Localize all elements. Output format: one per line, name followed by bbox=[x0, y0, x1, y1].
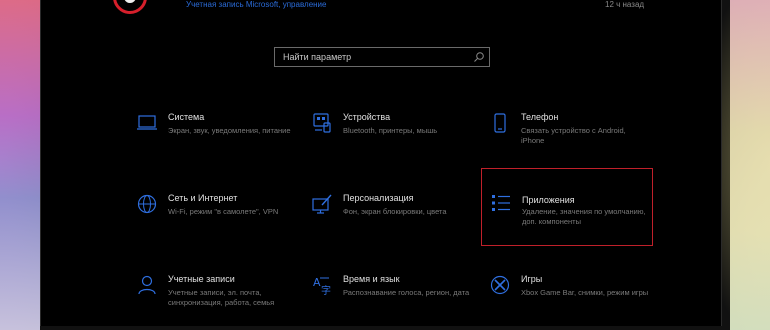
tile-description: Учетные записи, эл. почта, синхронизация… bbox=[168, 288, 275, 307]
account-link[interactable]: Учетная запись Microsoft, управление bbox=[186, 0, 326, 9]
tile-description: Bluetooth, принтеры, мышь bbox=[343, 126, 438, 135]
search-input[interactable]: Найти параметр bbox=[274, 47, 490, 67]
search-placeholder: Найти параметр bbox=[283, 52, 352, 62]
devices-icon bbox=[311, 112, 333, 134]
apps-icon bbox=[490, 192, 512, 214]
tile-description: Xbox Game Bar, снимки, режим игры bbox=[521, 288, 649, 297]
tile-accounts[interactable]: Учетные записи Учетные записи, эл. почта… bbox=[136, 270, 306, 330]
tile-description: Удаление, значения по умолчанию, доп. ко… bbox=[522, 207, 646, 226]
tile-title: Система bbox=[168, 112, 205, 122]
tile-title: Сеть и Интернет bbox=[168, 193, 238, 203]
phone-icon bbox=[489, 112, 511, 134]
tile-apps[interactable]: Приложения Удаление, значения по умолчан… bbox=[481, 168, 653, 246]
tile-time-language[interactable]: A字 Время и язык Распознавание голоса, ре… bbox=[311, 270, 481, 330]
globe-icon bbox=[136, 193, 158, 215]
account-header: Учетная запись Microsoft, управление 12 … bbox=[41, 0, 721, 14]
tile-title: Телефон bbox=[521, 112, 559, 122]
xbox-icon bbox=[489, 274, 511, 296]
tile-description: Распознавание голоса, регион, дата bbox=[343, 288, 470, 297]
avatar[interactable] bbox=[113, 0, 147, 14]
svg-text:字: 字 bbox=[321, 284, 331, 296]
tile-description: Связать устройство с Android, iPhone bbox=[521, 126, 626, 145]
tile-title: Учетные записи bbox=[168, 274, 235, 284]
tile-description: Wi-Fi, режим "в самолете", VPN bbox=[168, 207, 279, 216]
desktop-background: Учетная запись Microsoft, управление 12 … bbox=[0, 0, 770, 330]
right-glow-edge bbox=[730, 0, 770, 330]
person-icon bbox=[136, 274, 158, 296]
tile-title: Игры bbox=[521, 274, 543, 284]
svg-text:A: A bbox=[313, 276, 321, 289]
tile-gaming[interactable]: Игры Xbox Game Bar, снимки, режим игры bbox=[489, 270, 659, 330]
tile-title: Приложения bbox=[522, 195, 575, 205]
tile-personalization[interactable]: Персонализация Фон, экран блокировки, цв… bbox=[311, 189, 481, 259]
tile-title: Устройства bbox=[343, 112, 391, 122]
tile-system[interactable]: Система Экран, звук, уведомления, питани… bbox=[136, 108, 306, 178]
left-glow-edge bbox=[0, 0, 40, 330]
tile-network[interactable]: Сеть и Интернет Wi-Fi, режим "в самолете… bbox=[136, 189, 306, 259]
search-icon[interactable] bbox=[473, 51, 485, 63]
settings-window: Учетная запись Microsoft, управление 12 … bbox=[40, 0, 722, 326]
personalization-icon bbox=[311, 193, 333, 215]
update-status: 12 ч назад bbox=[605, 0, 645, 9]
tile-title: Персонализация bbox=[343, 193, 414, 203]
time-language-icon: A字 bbox=[311, 274, 333, 296]
tile-description: Экран, звук, уведомления, питание bbox=[168, 126, 291, 135]
tile-description: Фон, экран блокировки, цвета bbox=[343, 207, 447, 216]
tile-devices[interactable]: Устройства Bluetooth, принтеры, мышь bbox=[311, 108, 481, 178]
tile-title: Время и язык bbox=[343, 274, 400, 284]
laptop-icon bbox=[136, 112, 158, 134]
